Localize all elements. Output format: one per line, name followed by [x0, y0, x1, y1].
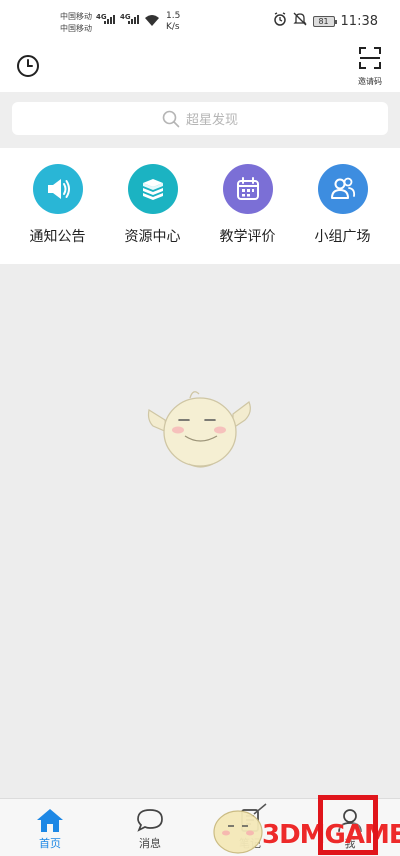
history-button[interactable]: [16, 54, 40, 78]
battery-icon: 81: [312, 15, 337, 27]
alarm-icon: [273, 12, 287, 30]
quick-action-groups[interactable]: 小组广场: [295, 148, 390, 264]
quick-action-evaluation[interactable]: 教学评价: [200, 148, 295, 264]
invite-code-button[interactable]: 邀请码: [352, 46, 388, 88]
network-speed: 1.5 K/s: [166, 11, 180, 33]
wifi-icon: [144, 12, 160, 31]
empty-state-mascot: [145, 380, 255, 476]
carrier-info: 中国移动 中国移动: [60, 11, 92, 35]
quick-action-resources[interactable]: 资源中心: [105, 148, 200, 264]
quick-action-label: 通知公告: [29, 229, 86, 245]
quick-action-label: 小组广场: [314, 229, 371, 245]
status-bar: 中国移动 中国移动 4G 4G 1.5 K/s 81 11:38: [0, 0, 400, 40]
chat-bubble-icon: [137, 809, 163, 832]
search-placeholder: 超星发现: [185, 113, 238, 128]
quick-action-notice[interactable]: 通知公告: [10, 148, 105, 264]
group-icon: [317, 164, 368, 214]
clock-time: 11:38: [340, 13, 378, 29]
content-area: [0, 264, 400, 798]
tab-home[interactable]: 首页: [0, 799, 100, 856]
status-right: 81 11:38: [273, 12, 378, 30]
tab-label: 消息: [139, 837, 161, 850]
quick-action-label: 教学评价: [219, 229, 276, 245]
tab-label: 首页: [39, 837, 61, 850]
carrier-1: 中国移动: [60, 12, 92, 21]
clock-icon: [17, 55, 39, 77]
highlight-box: [318, 795, 378, 855]
search-icon: [162, 110, 180, 127]
scan-icon: [359, 47, 381, 69]
signal-icon-2: [128, 15, 139, 24]
quick-action-label: 资源中心: [124, 229, 181, 245]
speed-value: 1.5: [166, 11, 181, 21]
carrier-2: 中国移动: [60, 24, 92, 33]
invite-code-label: 邀请码: [358, 77, 382, 86]
tab-messages[interactable]: 消息: [100, 799, 200, 856]
speed-unit: K/s: [166, 22, 180, 32]
search-area: 超星发现: [0, 92, 400, 148]
books-icon: [127, 164, 178, 214]
mute-icon: [292, 12, 307, 30]
home-icon: [37, 809, 63, 832]
calendar-icon: [222, 164, 273, 214]
quick-actions: 通知公告 资源中心 教学评价 小组广场: [0, 148, 400, 264]
top-bar: 邀请码: [0, 40, 400, 92]
search-input[interactable]: 超星发现: [12, 102, 388, 135]
signal-icon: [104, 15, 115, 24]
megaphone-icon: [32, 164, 83, 214]
